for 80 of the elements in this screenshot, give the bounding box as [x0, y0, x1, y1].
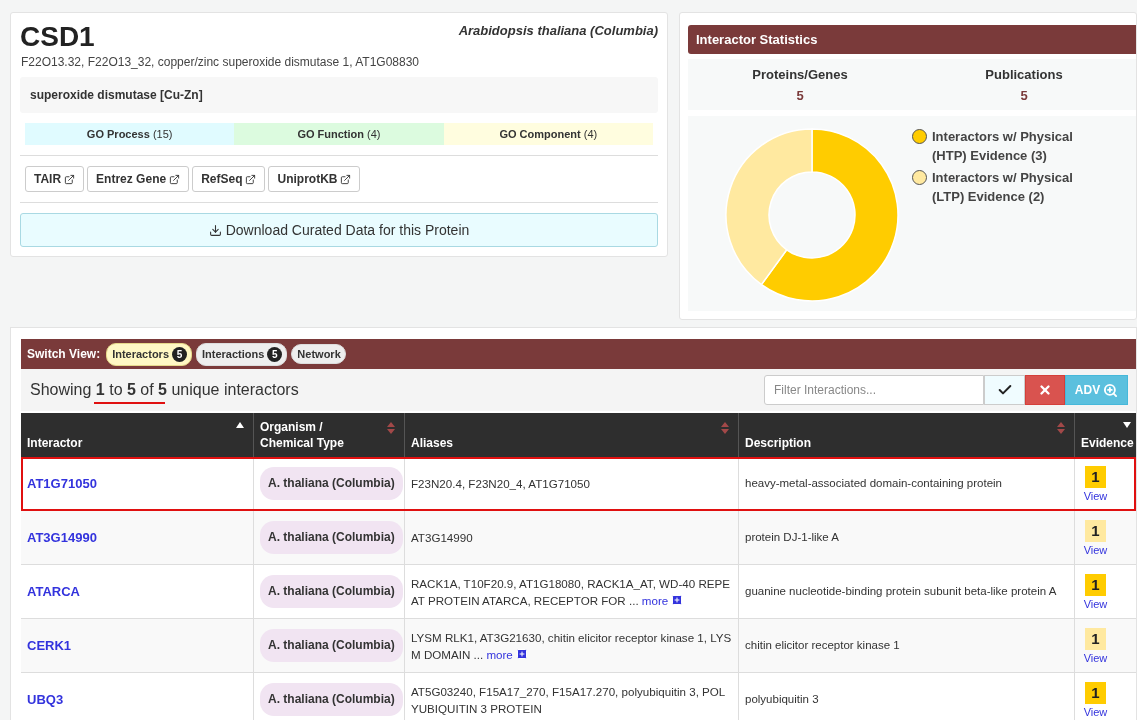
evidence-count: 1	[1085, 681, 1106, 704]
download-button[interactable]: Download Curated Data for this Protein	[20, 213, 658, 247]
column-header[interactable]: Interactor	[27, 435, 83, 451]
description-text: polyubiquitin 3	[745, 692, 819, 707]
sort-icon[interactable]	[1057, 422, 1065, 434]
interactor-link[interactable]: UBQ3	[27, 691, 64, 708]
aliases-text: AT3G14990	[411, 530, 474, 546]
stat-value: 5	[1020, 88, 1028, 103]
organism-tag: A. thaliana (Columbia)	[260, 575, 403, 608]
apply-button[interactable]	[984, 375, 1025, 405]
protein-description: superoxide dismutase [Cu-Zn]	[20, 77, 658, 113]
evidence-count: 1	[1085, 519, 1106, 542]
filter-input[interactable]: Filter Interactions...	[764, 375, 984, 405]
description-text: heavy-metal-associated domain-containing protein	[745, 476, 1002, 491]
panel-header: Interactor Statistics	[688, 25, 1136, 54]
interactor-link[interactable]: CERK1	[27, 637, 72, 654]
description-text: chitin elicitor receptor kinase 1	[745, 638, 900, 653]
view-tab[interactable]: Network	[291, 344, 346, 364]
column-header[interactable]: Aliases	[411, 435, 454, 451]
go-tab[interactable]: GO Process (15)	[25, 123, 235, 145]
interactor-link[interactable]: AT1G71050	[27, 475, 97, 492]
external-link-button[interactable]: Entrez Gene	[87, 166, 190, 192]
switch-view-label: Switch View:	[27, 347, 101, 361]
sort-icon[interactable]	[721, 422, 729, 434]
external-link-button[interactable]: RefSeq	[192, 166, 266, 192]
aliases-text: F23N20.4, F23N20_4, AT1G71050	[411, 476, 591, 492]
evidence-count: 1	[1085, 627, 1106, 650]
external-link-button[interactable]: UniprotKB	[268, 166, 361, 192]
interactor-link[interactable]: ATARCA	[27, 583, 80, 600]
organism-tag: A. thaliana (Columbia)	[260, 521, 403, 554]
description-text: guanine nucleotide-binding protein subunit beta-like protein A	[745, 584, 1057, 599]
plus-icon	[671, 594, 684, 606]
column-header[interactable]: Evidence	[1081, 435, 1134, 451]
close-icon	[1038, 383, 1052, 397]
more-link[interactable]: more	[641, 591, 684, 609]
stat-label: Publications	[985, 67, 1063, 82]
external-link-icon	[340, 173, 352, 185]
view-link[interactable]: View	[1083, 489, 1108, 502]
stat-label: Proteins/Genes	[752, 67, 848, 82]
interactor-link[interactable]: AT3G14990	[27, 529, 97, 546]
view-tab[interactable]: Interactions 5	[196, 342, 288, 366]
count-badge: 5	[172, 346, 187, 362]
aliases-text: AT5G03240, F15A17_270, F15A17.270, polyubiquitin 3, POLYUBIQUITIN 3 PROTEIN	[411, 683, 727, 717]
stat-value: 5	[796, 88, 804, 103]
external-link-icon	[169, 173, 181, 185]
evidence-count: 1	[1085, 465, 1106, 488]
description-text: protein DJ-1-like A	[745, 530, 839, 545]
external-link-icon	[245, 173, 257, 185]
zoom-in-icon	[1103, 382, 1119, 398]
clear-button[interactable]	[1025, 375, 1065, 405]
legend-label: Interactors w/ Physical (LTP) Evidence (2)	[932, 169, 1074, 206]
go-tab[interactable]: GO Component (4)	[443, 123, 653, 145]
count-badge: 5	[267, 346, 283, 362]
sort-desc-icon[interactable]	[1122, 422, 1131, 428]
more-link[interactable]: more	[486, 645, 528, 663]
external-link-button[interactable]: TAIR	[25, 166, 85, 192]
evidence-count: 1	[1085, 573, 1106, 596]
column-header[interactable]: Organism / Chemical Type	[260, 419, 370, 451]
go-tab[interactable]: GO Function (4)	[234, 123, 444, 145]
view-link[interactable]: View	[1083, 597, 1108, 610]
view-tab[interactable]: Interactors 5	[106, 342, 192, 366]
sort-asc-icon[interactable]	[236, 422, 244, 428]
organism-tag: A. thaliana (Columbia)	[260, 467, 403, 500]
showing-summary: Showing 1 to 5 of 5 unique interactors	[30, 381, 299, 398]
external-link-icon	[64, 173, 76, 185]
species-name: Arabidopsis thaliana (Columbia)	[458, 23, 658, 38]
protein-aliases: F22O13.32, F22O13_32, copper/zinc superoxide dismutase 1, AT1G08830	[21, 55, 421, 69]
organism-tag: A. thaliana (Columbia)	[260, 683, 403, 716]
aliases-text: LYSM RLK1, AT3G21630, chitin elicitor receptor kinase 1, LYSM DOMAIN ... more	[411, 629, 732, 663]
view-link[interactable]: View	[1083, 651, 1108, 664]
view-link[interactable]: View	[1083, 705, 1108, 718]
download-icon	[208, 223, 222, 237]
plus-icon	[515, 648, 528, 660]
legend-label: Interactors w/ Physical (HTP) Evidence (3)	[932, 128, 1074, 165]
column-header[interactable]: Description	[745, 435, 811, 451]
protein-title: CSD1	[20, 23, 95, 51]
view-link[interactable]: View	[1083, 543, 1108, 556]
sort-icon[interactable]	[387, 422, 395, 434]
aliases-text: RACK1A, T10F20.9, AT1G18080, RACK1A_AT, WD-40 REPEAT PROTEIN ATARCA, RECEPTOR FOR ... more	[411, 575, 731, 609]
organism-tag: A. thaliana (Columbia)	[260, 629, 403, 662]
